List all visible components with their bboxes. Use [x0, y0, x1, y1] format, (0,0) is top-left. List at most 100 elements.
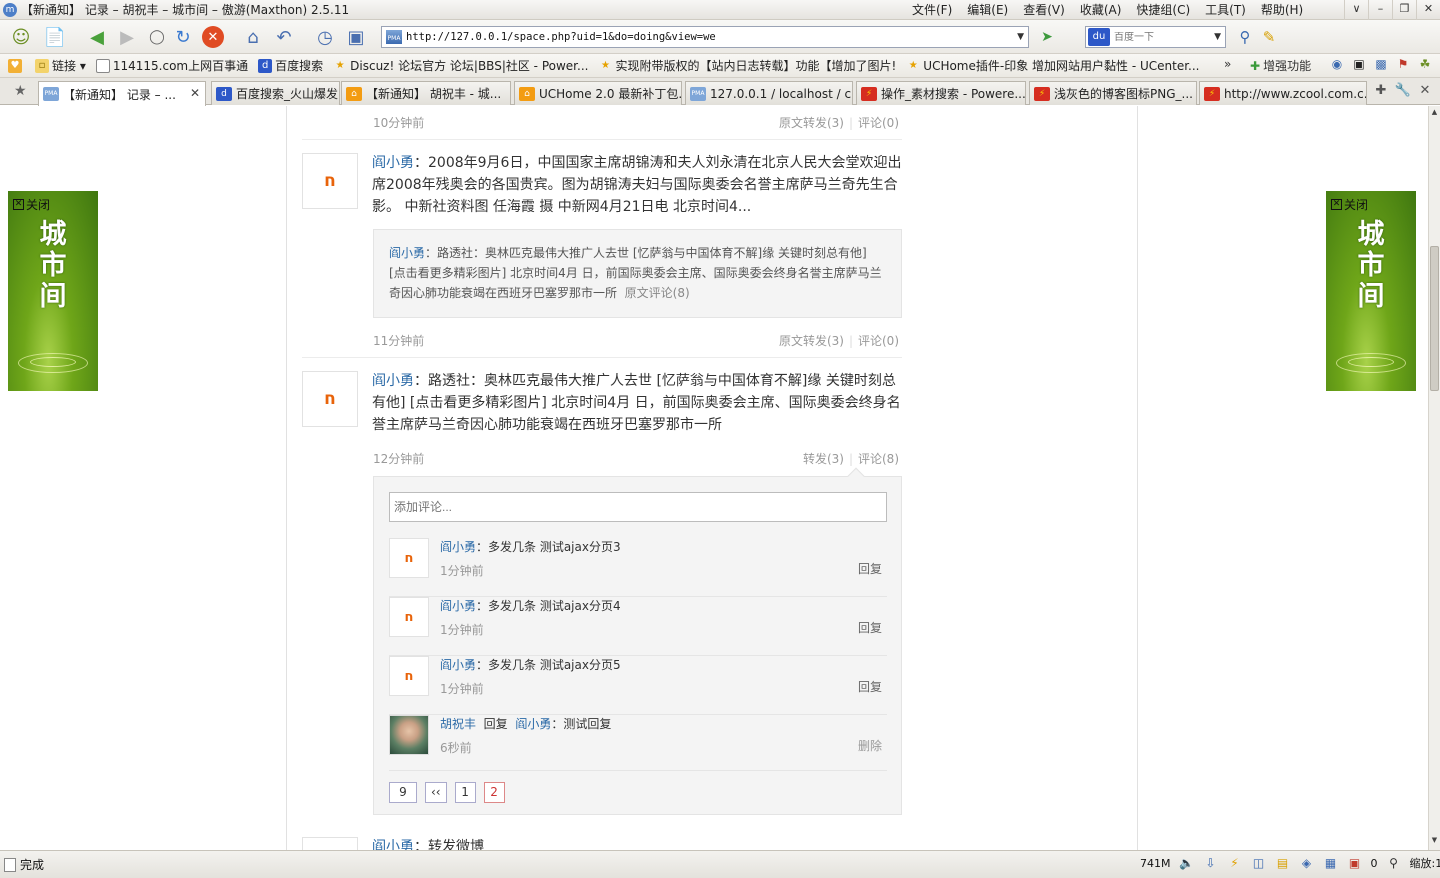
comment-link[interactable]: 评论(8) — [858, 452, 899, 466]
wrench-icon[interactable]: 🔧 — [1392, 83, 1414, 98]
tab-1[interactable]: PMA 【新通知】 记录 – ... ✕ — [38, 81, 206, 106]
user-photo-avatar[interactable] — [389, 715, 429, 755]
reply-link[interactable]: 回复 — [858, 560, 882, 577]
refresh-icon[interactable]: ↻ — [170, 25, 196, 49]
author-link[interactable]: 阎小勇 — [440, 540, 476, 554]
forward-link[interactable]: 原文转发(3) — [779, 334, 844, 348]
adblock-icon[interactable]: ▦ — [1323, 856, 1339, 870]
link-folder[interactable]: ▫ 链接 ▾ — [35, 57, 86, 74]
popup-block-icon[interactable]: ▣ — [1347, 856, 1363, 870]
avatar[interactable]: ח — [389, 538, 429, 578]
back-icon[interactable]: ◀ — [84, 25, 110, 49]
comment-link[interactable]: 评论(0) — [858, 334, 899, 348]
screenshot-icon[interactable]: ▣ — [343, 25, 369, 49]
author-link[interactable]: 胡祝丰 — [440, 717, 476, 731]
reply-link[interactable]: 回复 — [858, 678, 882, 695]
menu-file[interactable]: 文件(F) — [912, 0, 952, 20]
author-link[interactable]: 阎小勇 — [372, 155, 414, 171]
comment-link[interactable]: 评论(0) — [858, 116, 899, 130]
avatar[interactable] — [302, 837, 358, 850]
author-link[interactable]: 阎小勇 — [440, 658, 476, 672]
zoom-icon[interactable]: ⚲ — [1386, 856, 1402, 870]
author-link[interactable]: 阎小勇 — [440, 599, 476, 613]
link-baidu[interactable]: d 百度搜索 — [258, 57, 323, 74]
layers-icon[interactable]: ◈ — [1299, 856, 1315, 870]
tab-2[interactable]: d 百度搜索_火山爆发 — [211, 81, 340, 105]
avatar[interactable]: ח — [389, 656, 429, 696]
download-icon[interactable]: ⇩ — [1203, 856, 1219, 870]
author-link[interactable]: 阎小勇 — [372, 839, 414, 850]
chevron-down-icon[interactable]: ∨ — [1344, 0, 1368, 20]
folder-icon[interactable]: ▤ — [1275, 856, 1291, 870]
home-icon[interactable]: ⌂ — [240, 25, 266, 49]
tab-8[interactable]: ⚡ http://www.zcool.com.c... — [1199, 81, 1367, 105]
avatar[interactable]: ח — [389, 597, 429, 637]
history-dropdown-icon[interactable]: ◯ — [144, 25, 170, 49]
author-link[interactable]: 阎小勇 — [372, 373, 414, 389]
users-icon[interactable]: ☺ — [8, 25, 34, 49]
add-comment-input[interactable] — [389, 492, 887, 522]
menu-favorites[interactable]: 收藏(A) — [1080, 0, 1122, 20]
close-all-tabs-icon[interactable]: ✕ — [1414, 83, 1436, 98]
scroll-up-icon[interactable]: ▲ — [1429, 108, 1440, 120]
new-tab-icon[interactable]: ✚ — [1370, 83, 1392, 98]
menu-help[interactable]: 帮助(H) — [1261, 0, 1303, 20]
memory-usage[interactable]: 741M — [1140, 857, 1171, 870]
link-uchome-plugin[interactable]: ★ UCHome插件-印象 增加网站用户黏性 - UCenter... — [906, 57, 1200, 74]
ad-close-button[interactable]: ✕ 关闭 — [13, 196, 50, 213]
stop-icon[interactable]: ✕ — [202, 26, 224, 48]
menu-groups[interactable]: 快捷组(C) — [1136, 0, 1190, 20]
menu-tools[interactable]: 工具(T) — [1205, 0, 1246, 20]
avatar[interactable]: ח — [302, 153, 358, 209]
baidu-engine-icon[interactable]: du — [1088, 28, 1110, 46]
vertical-scrollbar[interactable]: ▲ ▼ — [1428, 106, 1440, 850]
minimize-icon[interactable]: – — [1368, 0, 1392, 20]
forward-icon[interactable]: ▶ — [114, 25, 140, 49]
new-page-icon[interactable]: 📄 — [42, 25, 68, 49]
tab-5[interactable]: PMA 127.0.0.1 / localhost / c... — [685, 81, 853, 105]
pager-page-1[interactable]: 1 — [454, 782, 476, 803]
restore-icon[interactable]: ❐ — [1392, 0, 1416, 20]
close-window-icon[interactable]: ✕ — [1416, 0, 1440, 20]
speaker-icon[interactable]: 🔈 — [1179, 856, 1195, 870]
link-copyright[interactable]: ★ 实现附带版权的【站内日志转载】功能【增加了图片! — [598, 57, 896, 74]
delete-link[interactable]: 删除 — [858, 737, 882, 754]
shield-icon[interactable]: ◉ — [1328, 57, 1346, 73]
more-links-icon[interactable]: » — [1224, 57, 1231, 71]
star-icon[interactable]: ★ — [14, 83, 27, 99]
scroll-down-icon[interactable]: ▼ — [1429, 836, 1440, 848]
tab-6[interactable]: ⚡ 操作_素材搜索 - Powere... — [856, 81, 1026, 105]
ad-close-button[interactable]: ✕ 关闭 — [1331, 196, 1368, 213]
forward-link[interactable]: 转发(3) — [803, 452, 844, 466]
tab-close-icon[interactable]: ✕ — [190, 86, 200, 100]
proxy-icon[interactable]: ◫ — [1251, 856, 1267, 870]
zoom-level[interactable]: 缩放:100% — [1410, 855, 1440, 871]
link-discuz[interactable]: ★ Discuz! 论坛官方 论坛|BBS|社区 - Power... — [333, 57, 589, 74]
avatar[interactable]: ח — [302, 371, 358, 427]
reply-to-link[interactable]: 阎小勇 — [515, 717, 551, 731]
link-114115[interactable]: 114115.com上网百事通 — [95, 57, 248, 74]
address-dropdown-icon[interactable]: ▼ — [1017, 32, 1024, 42]
search-icon[interactable]: ⚲ — [1232, 25, 1258, 49]
quote-author-link[interactable]: 阎小勇 — [389, 246, 425, 260]
scroll-thumb[interactable] — [1430, 246, 1439, 391]
bookmark-icon[interactable]: ▩ — [1372, 57, 1390, 73]
enhance-button[interactable]: ✚ 增强功能 — [1250, 57, 1311, 74]
highlight-icon[interactable]: ✎ — [1256, 25, 1282, 49]
lightning-icon[interactable]: ⚡ — [1227, 856, 1243, 870]
search-input[interactable] — [1114, 31, 1210, 43]
favorites-heart-icon[interactable]: ♥ — [8, 58, 25, 73]
undo-close-icon[interactable]: ↶ — [271, 25, 297, 49]
address-input[interactable] — [406, 31, 1006, 43]
clock-icon[interactable]: ◷ — [312, 25, 338, 49]
search-dropdown-icon[interactable]: ▼ — [1214, 32, 1221, 42]
tab-3[interactable]: ⌂ 【新通知】 胡祝丰 - 城... — [341, 81, 511, 105]
forward-link[interactable]: 原文转发(3) — [779, 116, 844, 130]
plugin-icon[interactable]: ⚑ — [1394, 57, 1412, 73]
go-icon[interactable]: ➤ — [1034, 25, 1060, 49]
menu-view[interactable]: 查看(V) — [1023, 0, 1065, 20]
pager-prev[interactable]: ‹‹ — [425, 782, 447, 803]
tab-7[interactable]: ⚡ 浅灰色的博客图标PNG_... — [1029, 81, 1197, 105]
tab-4[interactable]: ⌂ UCHome 2.0 最新补丁包... — [514, 81, 682, 105]
window-icon[interactable]: ▣ — [1350, 57, 1368, 73]
